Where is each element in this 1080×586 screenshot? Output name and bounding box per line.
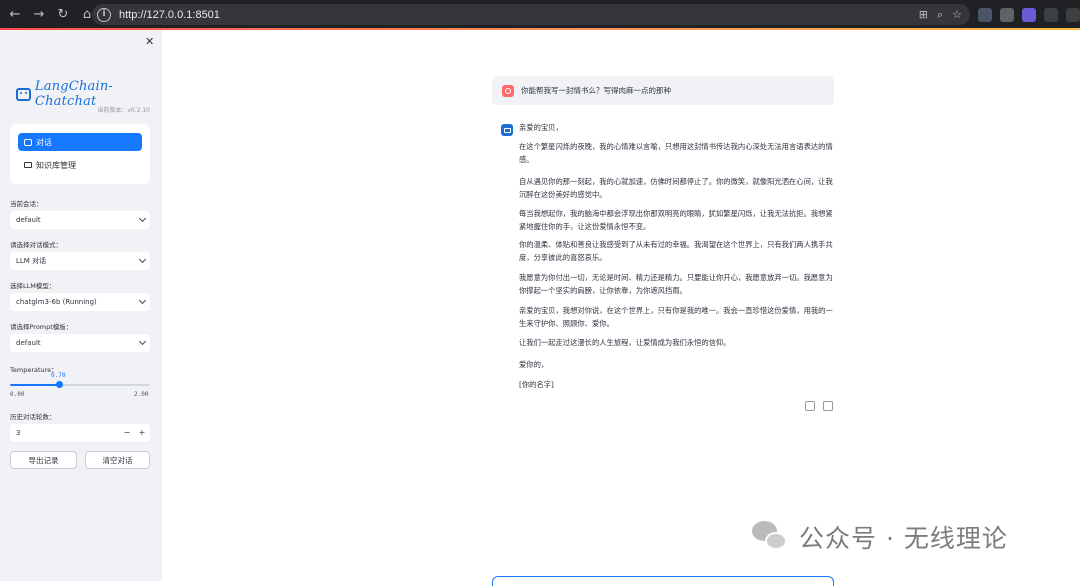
version-text: 当前版本：v0.2.10 [97, 107, 150, 114]
chat-logo-icon [16, 87, 31, 101]
chat-bubble-icon [24, 138, 32, 146]
extension-icon[interactable] [1000, 7, 1014, 22]
clear-chat-button[interactable]: 清空对话 [85, 451, 150, 469]
current-session-select[interactable]: default [10, 211, 150, 229]
prompt-template-label: 请选择Prompt模板： [10, 323, 73, 331]
chevron-down-icon [138, 296, 147, 305]
feedback-buttons [805, 401, 833, 411]
zoom-icon[interactable]: ⌕ [937, 8, 943, 22]
message-paragraph: 让我们一起走过这漫长的人生旅程，让爱情成为我们永恒的信仰。 [519, 338, 731, 347]
select-value: LLM 对话 [16, 257, 47, 265]
chevron-down-icon [138, 255, 147, 264]
chat-input[interactable] [492, 576, 834, 586]
message-paragraph: 你的温柔、体贴和善良让我感受到了从未有过的幸福。我渴望在这个世界上，只有我们两人… [519, 240, 833, 262]
select-value: default [16, 339, 41, 347]
message-paragraph: 在这个繁星闪烁的夜晚，我的心情难以言喻，只想用这封情书传达我内心深处无法用言语表… [519, 142, 833, 164]
chevron-down-icon [138, 214, 147, 223]
slider-thumb[interactable] [55, 381, 63, 388]
decrement-button[interactable]: − [120, 424, 134, 442]
extensions-puzzle-icon[interactable] [1044, 7, 1058, 22]
bookmark-star-icon[interactable]: ☆ [952, 8, 962, 21]
temperature-max: 2.00 [134, 391, 149, 398]
user-message: 你能帮我写一封情书么？写得肉麻一点的那种 [492, 76, 834, 105]
user-message-text: 你能帮我写一封情书么？写得肉麻一点的那种 [521, 86, 671, 95]
translate-icon[interactable]: ⊞ [919, 8, 928, 21]
message-paragraph: 爱你的， [519, 360, 549, 369]
back-arrow-icon[interactable]: ← [4, 4, 26, 26]
slider-fill [10, 384, 59, 386]
message-paragraph: 每当我想起你，我的脑海中都会浮现出你那双明亮的眼睛，犹如繁星闪烁，让我无法抗拒。… [519, 209, 833, 231]
watermark: 公众号 · 无线理论 [752, 519, 1008, 555]
user-avatar-icon [502, 84, 514, 97]
history-rounds-input[interactable]: 3 − + [10, 424, 150, 442]
current-session-label: 当前会话： [10, 200, 43, 208]
menu-item-label: 对话 [36, 137, 52, 147]
menu-item-knowledge-base[interactable]: 知识库管理 [18, 156, 142, 174]
prompt-template-select[interactable]: default [10, 334, 150, 352]
temperature-min: 0.00 [10, 391, 25, 398]
thumbs-up-icon[interactable] [805, 401, 815, 411]
url-text[interactable]: http://127.0.0.1:8501 [119, 9, 220, 21]
temperature-value: 0.70 [51, 372, 66, 379]
nav-menu: 对话 知识库管理 [10, 124, 150, 184]
watermark-text: 公众号 · 无线理论 [799, 524, 1008, 553]
chevron-down-icon [138, 337, 147, 346]
dialog-mode-label: 请选择对话模式： [10, 241, 62, 249]
sidebar-toggle-icon[interactable] [1066, 7, 1080, 22]
temperature-slider[interactable] [10, 381, 150, 388]
export-button[interactable]: 导出记录 [10, 451, 77, 469]
llm-model-label: 选择LLM模型： [10, 282, 56, 290]
menu-item-label: 知识库管理 [36, 160, 76, 170]
reload-icon[interactable]: ↻ [52, 4, 74, 26]
message-paragraph: 我愿意为你付出一切，无论是时间、精力还是精力。只要能让你开心，我愿意放弃一切。我… [519, 273, 833, 295]
forward-arrow-icon[interactable]: → [28, 4, 50, 26]
extension-icon[interactable] [978, 7, 992, 22]
increment-button[interactable]: + [135, 424, 149, 442]
message-paragraph: 亲爱的宝贝，我想对你说，在这个世界上，只有你是我的唯一。我会一直珍惜这份爱情，用… [519, 306, 833, 328]
close-icon[interactable]: ✕ [145, 35, 154, 48]
select-value: default [16, 216, 41, 224]
history-rounds-label: 历史对话轮数： [10, 413, 56, 421]
bot-avatar-icon [501, 124, 513, 136]
menu-item-chat[interactable]: 对话 [18, 133, 142, 151]
dialog-mode-select[interactable]: LLM 对话 [10, 252, 150, 270]
sidebar: ✕ LangChain-Chatchat 当前版本：v0.2.10 对话 知识库… [0, 30, 162, 581]
wechat-icon [752, 521, 790, 553]
site-info-icon[interactable]: i [97, 7, 111, 22]
thumbs-down-icon[interactable] [823, 401, 833, 411]
extension-icon[interactable] [1022, 7, 1036, 22]
message-paragraph: 自从遇见你的那一刻起，我的心就加速，仿佛时间都停止了。你的微笑，就像阳光洒在心间… [519, 177, 833, 199]
address-bar[interactable]: i http://127.0.0.1:8501 ⊞ ⌕ ☆ [92, 4, 970, 25]
database-icon [24, 162, 32, 168]
message-paragraph: 亲爱的宝贝， [519, 123, 563, 132]
top-accent-line [0, 28, 1080, 30]
message-paragraph: [你的名字] [519, 380, 554, 389]
browser-toolbar: ← → ↻ ⌂ i http://127.0.0.1:8501 ⊞ ⌕ ☆ [0, 0, 1080, 29]
number-value: 3 [16, 429, 21, 437]
llm-model-select[interactable]: chatglm3-6b (Running) [10, 293, 150, 311]
select-value: chatglm3-6b (Running) [16, 298, 97, 306]
